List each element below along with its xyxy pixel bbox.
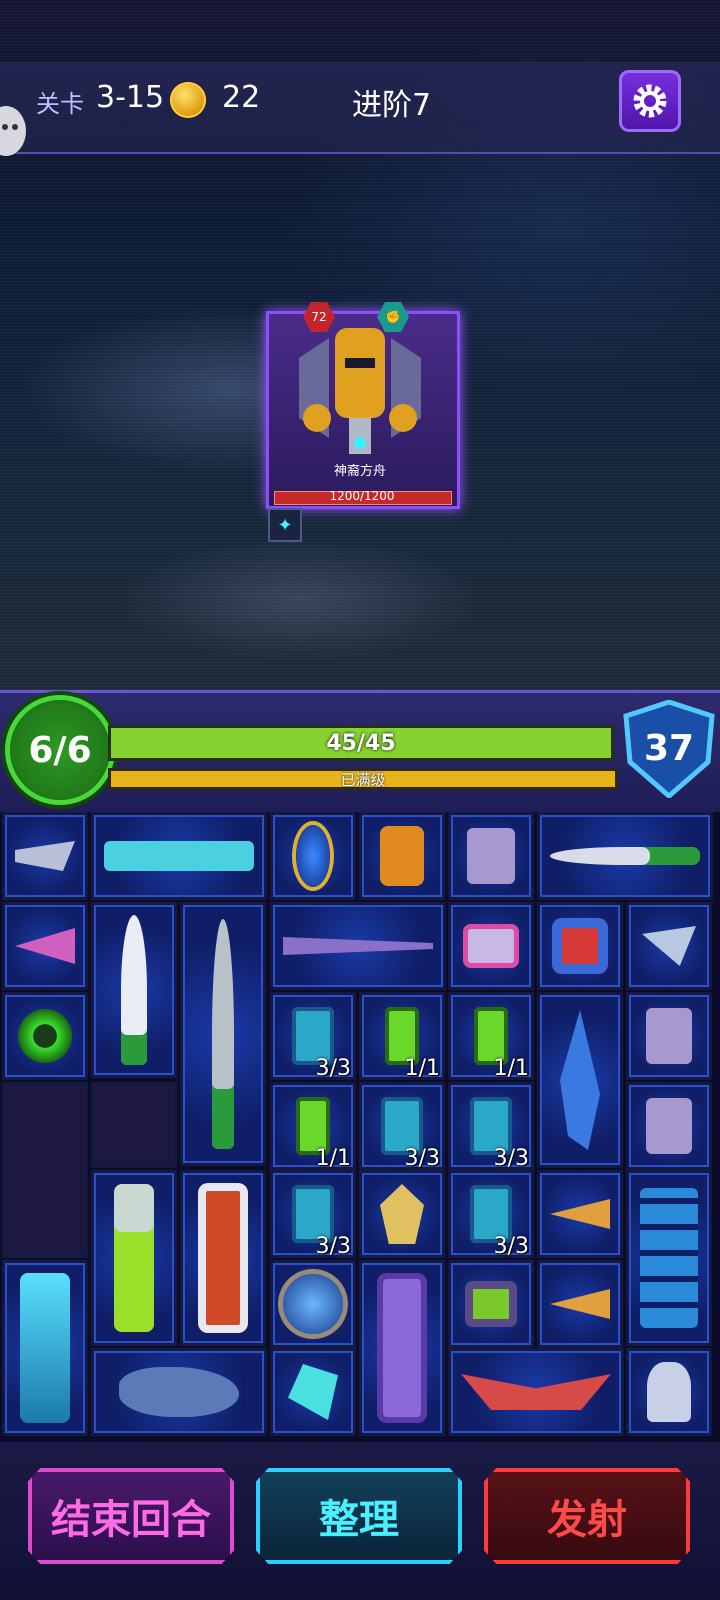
xp-bar: 已满级: [108, 768, 618, 790]
gear-icon: [633, 84, 667, 118]
wing-slot[interactable]: [2, 902, 88, 990]
settings-button[interactable]: [619, 70, 681, 132]
rocket-slot[interactable]: [91, 902, 177, 1078]
turn-counter: 6/6: [10, 700, 110, 800]
core-slot[interactable]: [537, 902, 623, 990]
laser-cannon-slot[interactable]: [270, 902, 446, 990]
advance-level: 进阶7: [352, 88, 432, 123]
battery-slot[interactable]: 3/3: [359, 1082, 445, 1171]
item-count: 3/3: [315, 1056, 351, 1081]
red-wing-slot[interactable]: [448, 1348, 624, 1436]
level-label: 关卡: [36, 90, 84, 118]
purple-armor-slot[interactable]: [359, 1260, 445, 1436]
item-count: 3/3: [493, 1146, 529, 1171]
turret-slot[interactable]: [626, 1348, 712, 1436]
enemy-ship-image: [299, 328, 421, 454]
engine-slot[interactable]: [448, 902, 534, 990]
fighter-slot[interactable]: [537, 1170, 623, 1258]
missile-slot[interactable]: [537, 812, 713, 900]
battery-slot[interactable]: 1/1: [270, 1082, 356, 1171]
armor-slot[interactable]: [626, 1082, 712, 1170]
item-count: 1/1: [315, 1146, 351, 1171]
mech-slot[interactable]: [359, 812, 445, 900]
empty-slot[interactable]: [2, 1082, 88, 1258]
gold-crystal-slot[interactable]: [359, 1170, 445, 1258]
enemy-name: 神裔方舟: [333, 464, 386, 479]
battery-slot[interactable]: 3/3: [270, 992, 356, 1081]
item-count: 1/1: [493, 1056, 529, 1081]
coin-count: 22: [222, 80, 261, 115]
drone-slot[interactable]: [626, 902, 712, 990]
item-count: 3/3: [404, 1146, 440, 1171]
item-count: 3/3: [315, 1234, 351, 1259]
orb-slot[interactable]: [270, 1260, 356, 1348]
green-core-slot[interactable]: [448, 1260, 534, 1348]
hex-shield-slot[interactable]: [626, 1170, 712, 1346]
portal-slot[interactable]: [270, 812, 356, 900]
armor-slot[interactable]: [626, 992, 712, 1080]
level-value: 3-15: [96, 80, 165, 115]
green-tank-slot[interactable]: [91, 1170, 177, 1346]
fire-button[interactable]: 发射: [484, 1468, 690, 1564]
shield-value: 37: [643, 728, 695, 769]
asteroid-slot[interactable]: [91, 1348, 267, 1436]
crystal-fighter-slot[interactable]: [537, 992, 623, 1168]
enemy-card[interactable]: 72 ✊ 神裔方舟: [266, 302, 460, 509]
player-hp-bar: 45/45: [108, 725, 614, 761]
star-status-icon[interactable]: ✦: [268, 508, 302, 542]
long-rocket-slot[interactable]: [180, 902, 266, 1166]
red-tank-slot[interactable]: [180, 1170, 266, 1346]
item-count: 3/3: [493, 1234, 529, 1259]
fighter-slot[interactable]: [537, 1260, 623, 1348]
armor-slot[interactable]: [448, 812, 534, 900]
empty-slot[interactable]: [91, 1082, 177, 1168]
battery-slot[interactable]: 1/1: [448, 992, 534, 1081]
coin-icon: [170, 82, 206, 118]
battery-slot[interactable]: 1/1: [359, 992, 445, 1081]
end-turn-button[interactable]: 结束回合: [28, 1468, 234, 1564]
shield-badge: 37: [622, 700, 716, 798]
enemy-level-text: 72: [311, 310, 327, 324]
battery-slot[interactable]: 3/3: [448, 1170, 534, 1259]
clover-slot[interactable]: [2, 992, 88, 1080]
item-count: 1/1: [404, 1056, 440, 1081]
battery-slot[interactable]: 3/3: [270, 1170, 356, 1259]
ice-card-slot[interactable]: [2, 1260, 88, 1436]
ship-module-slot[interactable]: [2, 812, 88, 900]
gem-slot[interactable]: [270, 1348, 356, 1436]
battery-slot[interactable]: 3/3: [448, 1082, 534, 1171]
enemy-hp-text: 1200/1200: [329, 489, 395, 503]
inventory-grid: 3/3 1/1 1/1 1/1 3/3 3/3 3/3 3/3: [0, 812, 720, 1442]
twin-cannon-slot[interactable]: [91, 812, 267, 900]
arrange-button[interactable]: 整理: [256, 1468, 462, 1564]
